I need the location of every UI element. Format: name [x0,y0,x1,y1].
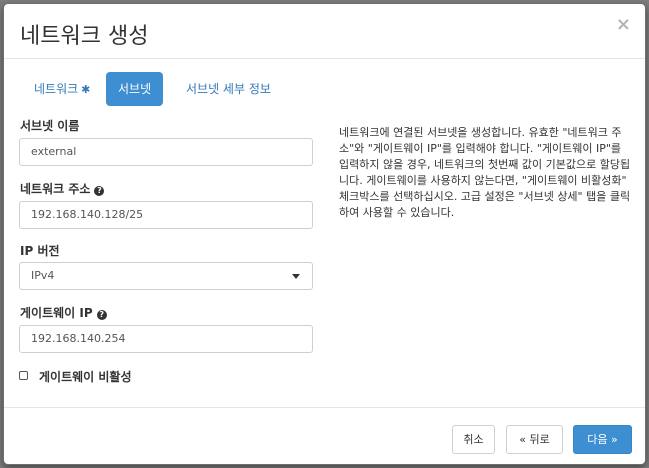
tab-subnet-details-label: 서브넷 세부 정보 [186,82,271,96]
subnet-name-label: 서브넷 이름 [20,119,80,133]
ip-version-select[interactable]: IPv4 [19,262,313,290]
disable-gateway-label: 게이트웨이 비활성 [39,370,132,384]
caret-down-icon [292,274,300,279]
next-button[interactable]: 다음 » [573,425,632,454]
ip-version-selected: IPv4 [31,269,55,282]
back-button[interactable]: « 뒤로 [506,425,563,454]
tab-network[interactable]: 네트워크 ✱ [22,72,102,106]
dialog-header: 네트워크 생성 × [4,4,645,59]
help-icon[interactable]: ? [94,186,105,196]
gateway-ip-input[interactable]: 192.168.140.254 [19,325,313,353]
required-icon: ✱ [81,83,91,96]
network-address-input[interactable]: 192.168.140.128/25 [19,201,313,229]
subnet-help-text: 네트워크에 연결된 서브넷을 생성합니다. 유효한 "네트워크 주소"와 "게이… [339,126,631,219]
subnet-name-input[interactable]: external [19,138,313,166]
create-network-dialog: 네트워크 생성 × 네트워크 ✱ 서브넷 서브넷 세부 정보 서브넷 이름 ext… [3,3,646,465]
disable-gateway-checkbox[interactable] [19,371,28,380]
cancel-button[interactable]: 취소 [452,425,495,454]
gateway-ip-label-text: 게이트웨이 IP [20,306,93,320]
close-icon[interactable]: × [616,14,631,35]
tab-subnet[interactable]: 서브넷 [106,72,164,106]
help-icon[interactable]: ? [96,310,107,320]
gateway-ip-label: 게이트웨이 IP? [20,304,107,321]
ip-version-label: IP 버전 [20,244,60,258]
dialog-title: 네트워크 생성 [20,24,149,49]
tab-subnet-label: 서브넷 [118,82,152,96]
network-address-label: 네트워크 주소? [20,180,105,197]
dialog-footer: 취소 « 뒤로 다음 » [4,407,645,464]
network-address-label-text: 네트워크 주소 [20,182,91,196]
tab-subnet-details[interactable]: 서브넷 세부 정보 [174,72,283,106]
tab-network-label: 네트워크 [34,82,79,96]
